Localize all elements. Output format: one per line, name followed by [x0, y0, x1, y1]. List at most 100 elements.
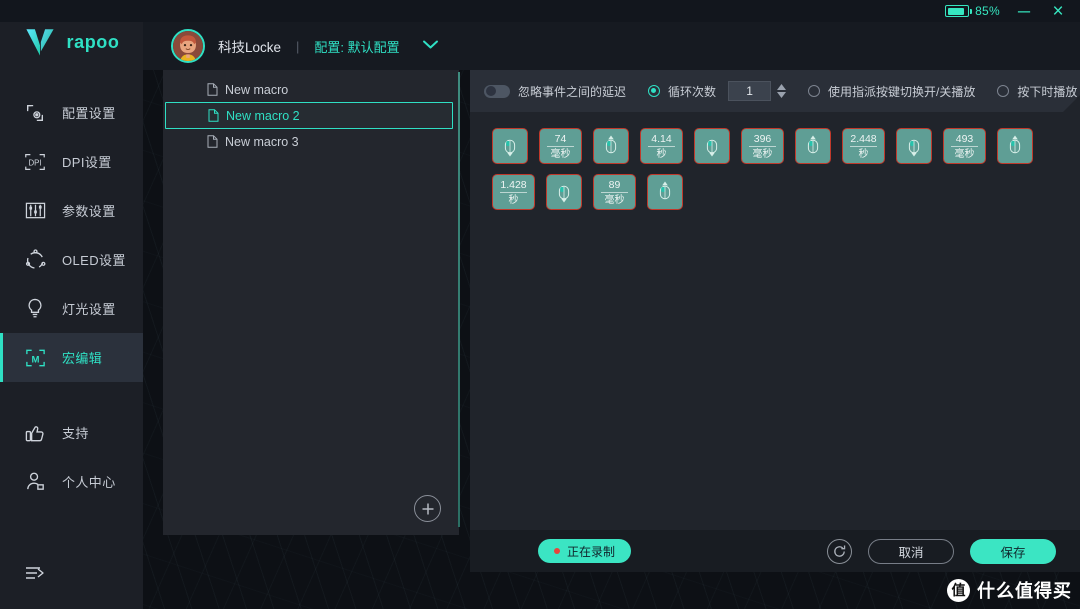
macro-mouse-up-card[interactable] — [795, 128, 831, 164]
macro-delay-card[interactable]: 89 毫秒 — [593, 174, 636, 210]
macro-delay-card[interactable]: 2.448 秒 — [842, 128, 885, 164]
refresh-icon — [834, 545, 846, 557]
macro-delay-card[interactable]: 396 毫秒 — [741, 128, 784, 164]
sidebar-item-label: 宏编辑 — [62, 351, 103, 366]
macro-name: New macro — [225, 82, 289, 97]
macro-name: New macro 3 — [225, 134, 299, 149]
sliders-icon — [22, 198, 48, 224]
svg-text:M: M — [31, 354, 39, 365]
delay-value: 74 — [554, 132, 567, 145]
minimize-button[interactable]: ─ — [1014, 3, 1034, 20]
plus-icon — [422, 503, 433, 514]
document-icon — [207, 135, 218, 148]
delay-value: 89 — [608, 178, 621, 191]
ignore-delay-label: 忽略事件之间的延迟 — [518, 84, 627, 99]
macro-mouse-down-card[interactable] — [492, 128, 528, 164]
user-icon — [22, 469, 48, 495]
sidebar-item-lighting[interactable]: 灯光设置 — [0, 284, 143, 333]
macro-delay-card[interactable]: 74 毫秒 — [539, 128, 582, 164]
loop-count-label: 循环次数 — [668, 84, 717, 99]
sidebar-item-label: 配置设置 — [62, 106, 116, 121]
toggle-key-label: 使用指派按键切换开/关播放 — [828, 84, 976, 99]
sidebar-item-support[interactable]: 支持 — [0, 408, 143, 457]
list-item-selected[interactable]: New macro 2 — [165, 102, 453, 129]
list-item[interactable]: New macro — [163, 77, 459, 102]
recording-status-button[interactable]: 正在录制 — [538, 539, 632, 563]
delay-unit: 毫秒 — [550, 148, 571, 160]
mouse-button-up-icon — [659, 181, 671, 199]
macro-mouse-up-card[interactable] — [647, 174, 683, 210]
document-icon — [208, 109, 219, 122]
sidebar-item-dpi[interactable]: DPI DPI设置 — [0, 137, 143, 186]
thumbs-up-icon — [22, 420, 48, 446]
recording-dot-icon — [554, 548, 560, 554]
macro-delay-card[interactable]: 493 毫秒 — [943, 128, 986, 164]
macro-mouse-down-card[interactable] — [694, 128, 730, 164]
dpi-icon: DPI — [22, 149, 48, 175]
ignore-delay-toggle[interactable] — [484, 84, 510, 98]
loop-count-input[interactable]: 1 — [728, 81, 772, 101]
sidebar-item-profile-settings[interactable]: 配置设置 — [0, 88, 143, 137]
mouse-button-up-icon — [605, 135, 617, 153]
sidebar: rapoo 配置设置 DPI DPI设置 参数设置 OLED设置 灯光设置 M … — [0, 0, 143, 609]
delay-value: 4.14 — [651, 132, 672, 145]
loop-count-stepper[interactable] — [777, 84, 787, 98]
watermark: 值 什么值得买 — [947, 577, 1072, 603]
macro-options-bar: 忽略事件之间的延迟 循环次数 1 使用指派按键切换开/关播放 按下时播放 — [470, 70, 1080, 113]
battery-icon — [945, 5, 973, 17]
card-divider — [951, 146, 978, 147]
list-item[interactable]: New macro 3 — [163, 129, 459, 154]
delay-value: 396 — [753, 132, 772, 145]
watermark-badge: 值 — [947, 578, 970, 602]
watermark-text: 什么值得买 — [977, 581, 1072, 601]
account-header: 科技Locke | 配置: 默认配置 — [143, 22, 1080, 70]
sidebar-group-divider — [0, 382, 143, 408]
card-divider — [749, 146, 776, 147]
toggle-key-group: 使用指派按键切换开/关播放 — [808, 83, 975, 100]
macro-list-scrollbar[interactable] — [458, 72, 460, 527]
battery-percent-label: 85% — [975, 4, 1000, 18]
cancel-button[interactable]: 取消 — [868, 538, 954, 564]
delay-value: 1.428 — [500, 178, 527, 191]
play-on-press-radio[interactable] — [997, 85, 1010, 97]
toggle-knob — [485, 86, 496, 96]
loop-count-radio[interactable] — [648, 85, 661, 97]
profile-settings-icon — [22, 100, 48, 126]
macro-mouse-up-card[interactable] — [593, 128, 629, 164]
avatar[interactable] — [171, 29, 205, 63]
macro-delay-card[interactable]: 4.14 秒 — [640, 128, 683, 164]
sidebar-item-parameters[interactable]: 参数设置 — [0, 186, 143, 235]
delay-unit: 秒 — [656, 148, 667, 160]
sidebar-collapse-toggle[interactable] — [0, 548, 143, 597]
macro-event-list: 74 毫秒 4.14 秒 396 毫秒 2.448 秒 493 毫秒 1.428 秒 89 毫秒 — [470, 112, 1035, 210]
lightbulb-icon — [22, 296, 48, 322]
sidebar-item-user-center[interactable]: 个人中心 — [0, 457, 143, 506]
ignore-delay-group: 忽略事件之间的延迟 — [484, 83, 626, 100]
reset-button[interactable] — [827, 538, 852, 564]
sidebar-item-label: 参数设置 — [62, 204, 116, 219]
card-divider — [500, 192, 527, 193]
loop-count-group: 循环次数 1 — [648, 81, 787, 101]
macro-mouse-down-card[interactable] — [896, 128, 932, 164]
sidebar-item-oled[interactable]: OLED设置 — [0, 235, 143, 284]
active-config-label: 配置: 默认配置 — [314, 39, 400, 55]
macro-mouse-down-card[interactable] — [546, 174, 582, 210]
delay-value: 2.448 — [850, 132, 877, 145]
sidebar-item-macro-editor[interactable]: M 宏编辑 — [0, 333, 143, 382]
delay-unit: 毫秒 — [752, 148, 773, 160]
delay-value: 493 — [955, 132, 974, 145]
toggle-key-radio[interactable] — [808, 85, 821, 97]
recording-label: 正在录制 — [567, 544, 616, 559]
chevron-down-icon[interactable] — [422, 37, 439, 55]
add-macro-button[interactable] — [414, 495, 441, 522]
mouse-button-down-icon — [558, 185, 570, 202]
close-button[interactable]: × — [1048, 2, 1068, 21]
macro-mouse-up-card[interactable] — [997, 128, 1033, 164]
user-name: 科技Locke — [218, 40, 282, 55]
mouse-button-up-icon — [1009, 135, 1021, 153]
card-divider — [547, 146, 574, 147]
macro-delay-card[interactable]: 1.428 秒 — [492, 174, 535, 210]
macro-list: New macro New macro 2 New macro 3 — [163, 70, 459, 154]
save-button[interactable]: 保存 — [970, 538, 1056, 564]
editor-action-bar: 正在录制 取消 保存 — [470, 530, 1080, 572]
